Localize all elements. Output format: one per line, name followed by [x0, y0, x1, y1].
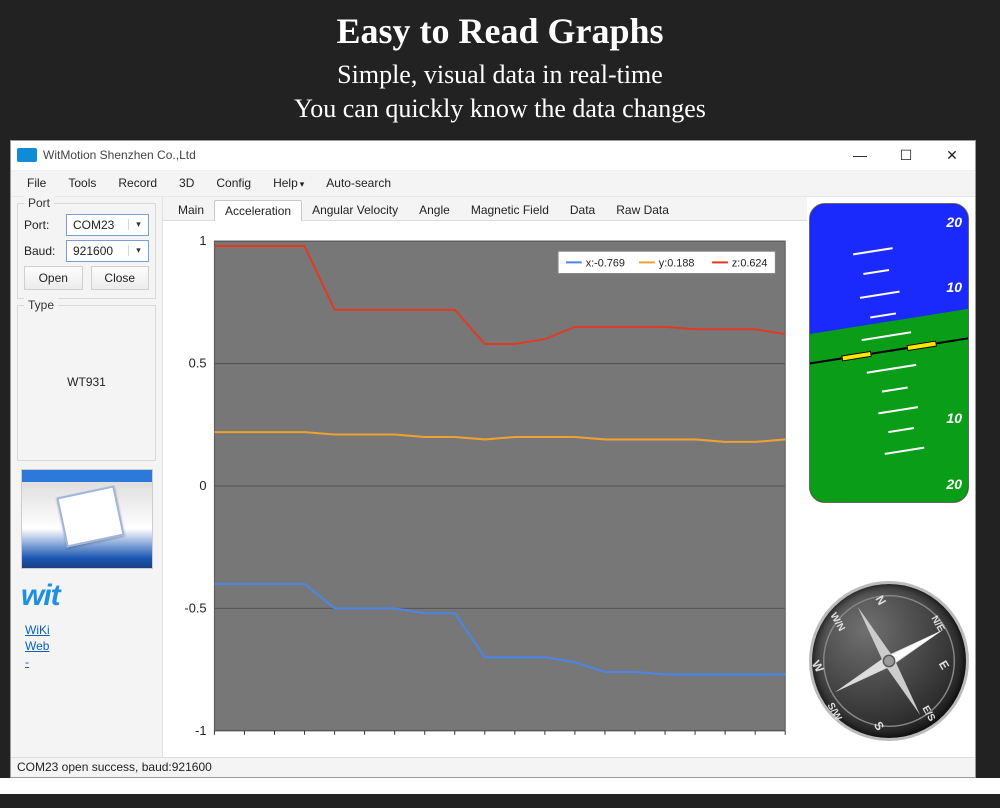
statusbar: COM23 open success, baud:921600 [11, 757, 975, 777]
svg-text:z:0.624: z:0.624 [732, 257, 768, 269]
instruments-panel: 20 10 0 10 20 [807, 197, 975, 757]
promo-banner: Easy to Read Graphs Simple, visual data … [0, 0, 1000, 140]
svg-text:-1: -1 [195, 722, 206, 737]
port-group: Port Port: COM23 ▾ Baud: 921600 ▾ [17, 203, 156, 299]
tab-angular-velocity[interactable]: Angular Velocity [301, 199, 409, 220]
sidebar: Port Port: COM23 ▾ Baud: 921600 ▾ [11, 197, 163, 757]
app-logo-icon [17, 148, 37, 162]
svg-text:-0.5: -0.5 [184, 600, 206, 615]
window-controls: — ☐ ✕ [837, 141, 975, 170]
menu-3d[interactable]: 3D [171, 173, 202, 193]
tab-acceleration[interactable]: Acceleration [214, 200, 302, 221]
menu-record[interactable]: Record [110, 173, 165, 193]
promo-heading: Easy to Read Graphs [0, 10, 1000, 52]
baud-select[interactable]: 921600 ▾ [66, 240, 149, 262]
svg-text:1: 1 [199, 233, 206, 248]
menu-help[interactable]: Help▾ [265, 173, 312, 193]
acceleration-chart: -1 -0.5 0 0.5 1 x:-0.769 y:0.188 z:0.624 [169, 227, 801, 753]
status-text: COM23 open success, baud:921600 [17, 760, 212, 774]
type-value: WT931 [24, 312, 149, 452]
menu-autosearch[interactable]: Auto-search [318, 173, 399, 193]
svg-text:0.5: 0.5 [189, 355, 207, 370]
app-window: WitMotion Shenzhen Co.,Ltd — ☐ ✕ File To… [10, 140, 976, 778]
svg-text:x:-0.769: x:-0.769 [586, 257, 625, 269]
type-group: Type WT931 [17, 305, 156, 461]
svg-text:0: 0 [199, 477, 206, 492]
tab-angle[interactable]: Angle [408, 199, 461, 220]
product-image [21, 469, 153, 569]
open-button[interactable]: Open [24, 266, 83, 290]
wit-logo: wit [17, 579, 156, 613]
close-button[interactable]: Close [91, 266, 150, 290]
tab-main[interactable]: Main [167, 199, 215, 220]
minimize-button[interactable]: — [837, 141, 883, 170]
compass: N N/E E E/S S S/W W W/N [809, 581, 969, 741]
chevron-down-icon: ▾ [128, 245, 144, 256]
chevron-down-icon: ▾ [128, 219, 144, 230]
tab-data[interactable]: Data [559, 199, 606, 220]
maximize-button[interactable]: ☐ [883, 141, 929, 170]
port-label: Port: [24, 218, 62, 232]
link-dash[interactable]: - [25, 655, 148, 669]
titlebar: WitMotion Shenzhen Co.,Ltd — ☐ ✕ [11, 141, 975, 171]
side-links: WiKi Web - [17, 619, 156, 669]
window-title: WitMotion Shenzhen Co.,Ltd [43, 148, 837, 162]
svg-text:y:0.188: y:0.188 [659, 257, 695, 269]
chevron-down-icon: ▾ [300, 179, 305, 189]
port-group-title: Port [24, 196, 54, 210]
tab-raw-data[interactable]: Raw Data [605, 199, 680, 220]
tab-strip: Main Acceleration Angular Velocity Angle… [163, 197, 807, 221]
attitude-indicator: 20 10 0 10 20 [809, 203, 969, 503]
menu-config[interactable]: Config [208, 173, 259, 193]
baud-label: Baud: [24, 244, 62, 258]
tab-magnetic-field[interactable]: Magnetic Field [460, 199, 560, 220]
close-window-button[interactable]: ✕ [929, 141, 975, 170]
menu-file[interactable]: File [19, 173, 54, 193]
link-web[interactable]: Web [25, 639, 148, 653]
link-wiki[interactable]: WiKi [25, 623, 148, 637]
type-group-title: Type [24, 298, 58, 312]
menubar: File Tools Record 3D Config Help▾ Auto-s… [11, 171, 975, 197]
menu-tools[interactable]: Tools [60, 173, 104, 193]
chart-pane: Main Acceleration Angular Velocity Angle… [163, 197, 807, 757]
port-select[interactable]: COM23 ▾ [66, 214, 149, 236]
promo-subtext: Simple, visual data in real-time You can… [0, 58, 1000, 126]
